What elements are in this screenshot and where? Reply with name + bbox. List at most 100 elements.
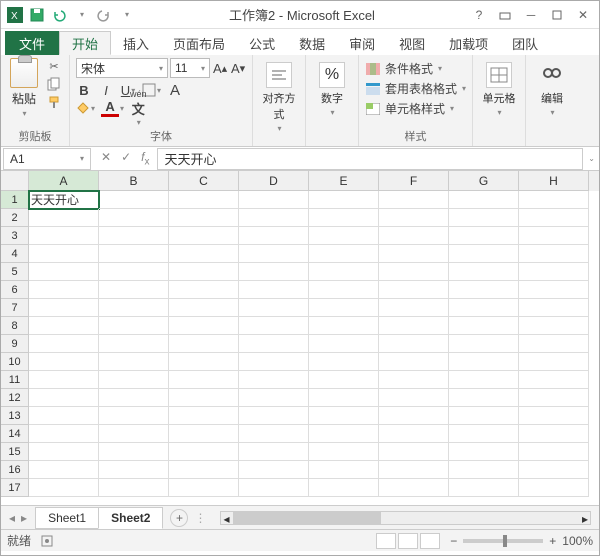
cell[interactable] — [29, 335, 99, 353]
align-button[interactable]: 对齐方式 ▾ — [259, 58, 299, 133]
tab-insert[interactable]: 插入 — [111, 31, 161, 55]
enter-icon[interactable]: ✓ — [121, 150, 131, 167]
cell[interactable] — [449, 407, 519, 425]
normal-view-button[interactable] — [376, 533, 396, 549]
italic-button[interactable]: I — [98, 81, 114, 99]
tab-split-icon[interactable]: ⋮ — [188, 511, 212, 525]
cell[interactable] — [99, 263, 169, 281]
undo-icon[interactable] — [49, 5, 69, 25]
cell[interactable] — [169, 389, 239, 407]
cell[interactable] — [449, 335, 519, 353]
cell[interactable] — [309, 281, 379, 299]
tab-team[interactable]: 团队 — [500, 31, 550, 55]
cell[interactable] — [519, 299, 589, 317]
cell[interactable] — [29, 245, 99, 263]
cell[interactable] — [379, 407, 449, 425]
cell[interactable] — [29, 227, 99, 245]
cell[interactable] — [449, 191, 519, 209]
cell[interactable] — [169, 353, 239, 371]
cell[interactable] — [449, 371, 519, 389]
cell[interactable] — [29, 407, 99, 425]
cell[interactable] — [99, 353, 169, 371]
cell[interactable] — [379, 479, 449, 497]
font-name-select[interactable]: 宋体▾ — [76, 58, 168, 78]
cell[interactable] — [309, 479, 379, 497]
cell[interactable] — [519, 317, 589, 335]
cell[interactable] — [519, 443, 589, 461]
cell[interactable] — [29, 281, 99, 299]
cell[interactable] — [519, 407, 589, 425]
cell[interactable] — [449, 425, 519, 443]
row-header[interactable]: 8 — [1, 317, 29, 335]
cell[interactable] — [309, 299, 379, 317]
cell[interactable] — [309, 425, 379, 443]
cell[interactable] — [99, 425, 169, 443]
cell[interactable] — [99, 227, 169, 245]
name-box[interactable]: A1▾ — [3, 148, 91, 170]
redo-icon[interactable] — [94, 5, 114, 25]
row-header[interactable]: 17 — [1, 479, 29, 497]
row-header[interactable]: 13 — [1, 407, 29, 425]
cell[interactable] — [29, 209, 99, 227]
cell[interactable] — [379, 299, 449, 317]
cancel-icon[interactable]: ✕ — [101, 150, 111, 167]
row-header[interactable]: 11 — [1, 371, 29, 389]
cell[interactable] — [239, 245, 309, 263]
cell[interactable] — [99, 299, 169, 317]
cell-styles-button[interactable]: 单元格样式▾ — [365, 100, 466, 117]
tab-formulas[interactable]: 公式 — [237, 31, 287, 55]
cell[interactable] — [169, 263, 239, 281]
fx-icon[interactable]: fx — [141, 150, 149, 167]
file-tab[interactable]: 文件 — [5, 31, 59, 55]
cell[interactable] — [169, 479, 239, 497]
cell[interactable] — [449, 461, 519, 479]
column-header[interactable]: G — [449, 171, 519, 191]
format-painter-icon[interactable] — [45, 94, 63, 110]
cell[interactable] — [239, 443, 309, 461]
cell[interactable] — [239, 389, 309, 407]
paste-button[interactable]: 粘贴 ▾ — [7, 58, 41, 118]
cell[interactable] — [239, 407, 309, 425]
minimize-icon[interactable]: ─ — [519, 5, 543, 25]
cell[interactable] — [379, 335, 449, 353]
cell[interactable] — [449, 227, 519, 245]
row-header[interactable]: 14 — [1, 425, 29, 443]
column-header[interactable]: B — [99, 171, 169, 191]
qat-customize[interactable]: ▾ — [117, 5, 137, 25]
cell[interactable] — [379, 191, 449, 209]
cell[interactable] — [29, 317, 99, 335]
cell[interactable] — [169, 443, 239, 461]
row-header[interactable]: 7 — [1, 299, 29, 317]
cell[interactable] — [239, 479, 309, 497]
cell[interactable] — [169, 407, 239, 425]
tab-view[interactable]: 视图 — [387, 31, 437, 55]
column-header[interactable]: C — [169, 171, 239, 191]
cell[interactable] — [239, 317, 309, 335]
cell[interactable] — [379, 317, 449, 335]
cell[interactable] — [309, 353, 379, 371]
cell[interactable] — [379, 245, 449, 263]
tab-pagelayout[interactable]: 页面布局 — [161, 31, 237, 55]
copy-icon[interactable] — [45, 76, 63, 92]
cell[interactable] — [29, 389, 99, 407]
cell[interactable] — [309, 263, 379, 281]
row-header[interactable]: 16 — [1, 461, 29, 479]
sheet-nav-next-icon[interactable]: ▸ — [21, 511, 27, 525]
cell[interactable] — [99, 335, 169, 353]
zoom-in-button[interactable]: + — [549, 534, 556, 548]
cell[interactable]: 天天开心 — [29, 191, 99, 209]
cell[interactable] — [379, 227, 449, 245]
cell[interactable] — [99, 389, 169, 407]
cell[interactable] — [29, 371, 99, 389]
row-header[interactable]: 1 — [1, 191, 29, 209]
cell[interactable] — [379, 263, 449, 281]
cell[interactable] — [99, 245, 169, 263]
cell[interactable] — [169, 335, 239, 353]
column-header[interactable]: H — [519, 171, 589, 191]
cell[interactable] — [449, 299, 519, 317]
zoom-level[interactable]: 100% — [562, 534, 593, 548]
column-header[interactable]: E — [309, 171, 379, 191]
close-icon[interactable]: ✕ — [571, 5, 595, 25]
tab-review[interactable]: 审阅 — [337, 31, 387, 55]
font-size-select[interactable]: 11▾ — [170, 58, 210, 78]
